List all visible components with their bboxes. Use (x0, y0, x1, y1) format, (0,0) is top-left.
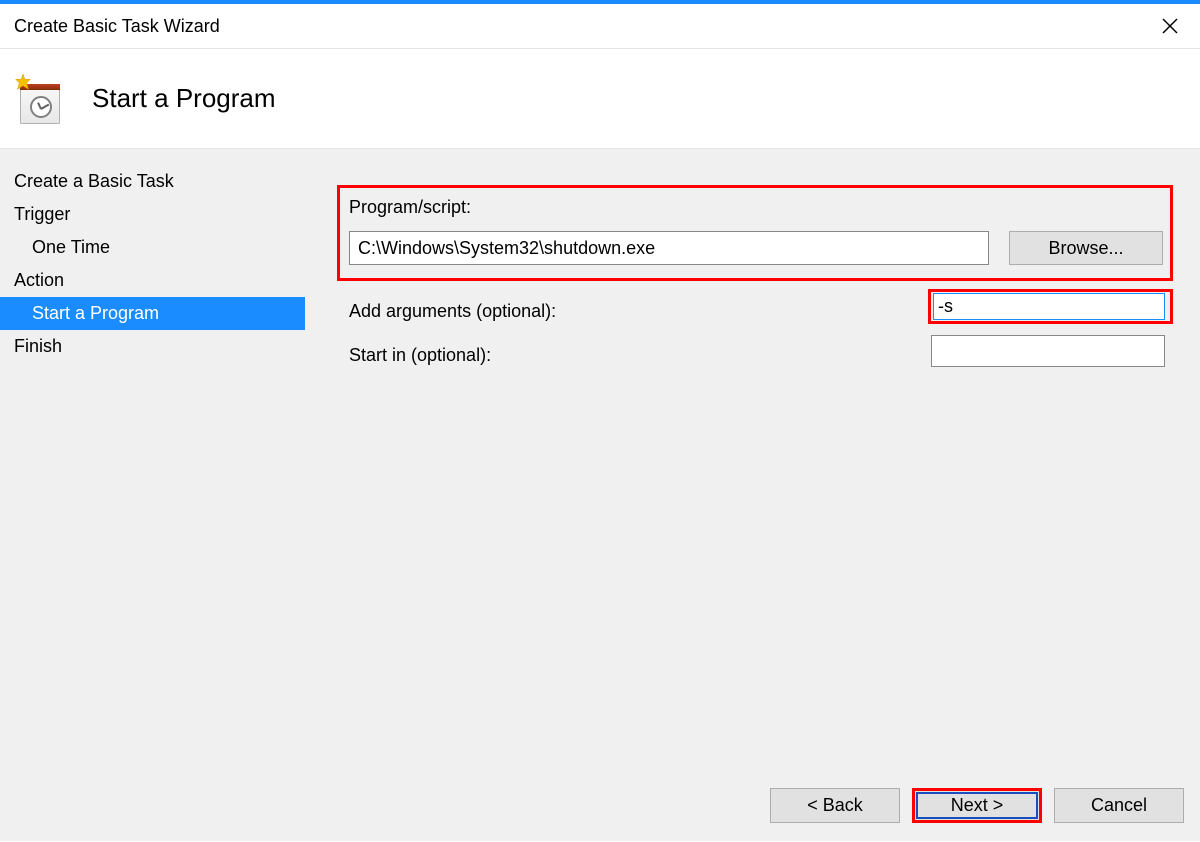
start-in-label: Start in (optional): (349, 345, 491, 366)
cancel-button[interactable]: Cancel (1054, 788, 1184, 823)
wizard-button-bar: < Back Next > Cancel (0, 769, 1200, 841)
page-title: Start a Program (92, 83, 276, 114)
window-title: Create Basic Task Wizard (14, 16, 220, 37)
program-script-label: Program/script: (349, 197, 471, 218)
task-scheduler-icon (14, 74, 64, 124)
next-button[interactable]: Next > (912, 788, 1042, 823)
browse-button[interactable]: Browse... (1009, 231, 1163, 265)
sidebar-item-create-basic-task[interactable]: Create a Basic Task (0, 165, 305, 198)
sidebar-item-finish[interactable]: Finish (0, 330, 305, 363)
start-in-input[interactable] (931, 335, 1165, 367)
title-bar: Create Basic Task Wizard (0, 4, 1200, 49)
content-area: Create a Basic Task Trigger One Time Act… (0, 149, 1200, 769)
sidebar-item-action[interactable]: Action (0, 264, 305, 297)
arguments-input[interactable] (933, 293, 1165, 320)
sidebar-item-one-time[interactable]: One Time (0, 231, 305, 264)
back-button[interactable]: < Back (770, 788, 900, 823)
wizard-steps-sidebar: Create a Basic Task Trigger One Time Act… (0, 149, 305, 769)
wizard-header: Start a Program (0, 49, 1200, 149)
sidebar-item-trigger[interactable]: Trigger (0, 198, 305, 231)
program-script-input[interactable] (349, 231, 989, 265)
close-button[interactable] (1158, 14, 1182, 38)
arguments-label: Add arguments (optional): (349, 301, 556, 322)
form-panel: Program/script: Browse... Add arguments … (305, 149, 1200, 769)
close-icon (1162, 18, 1178, 34)
sidebar-item-start-program[interactable]: Start a Program (0, 297, 305, 330)
